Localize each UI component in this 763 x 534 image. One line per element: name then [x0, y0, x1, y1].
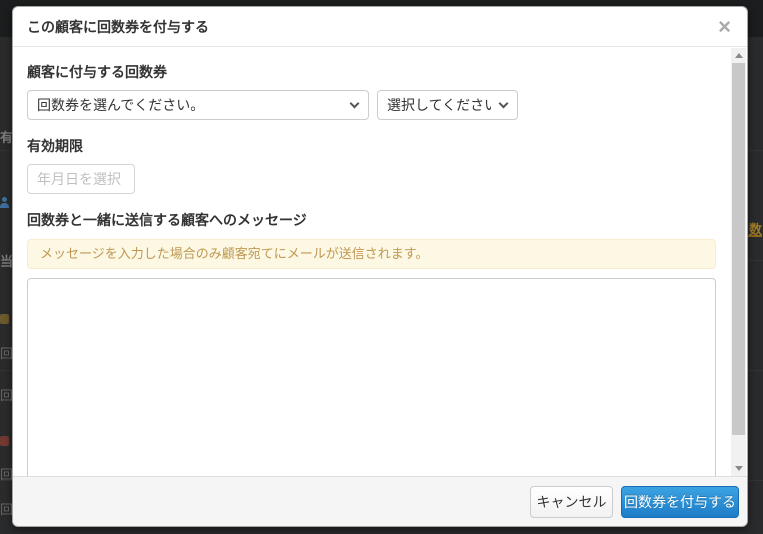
status-icon [0, 314, 9, 324]
scrollbar-thumb[interactable] [732, 63, 745, 435]
modal-header: この顧客に回数券を付与する × [13, 7, 747, 47]
message-textarea[interactable] [27, 278, 716, 476]
assign-ticket-modal: この顧客に回数券を付与する × 顧客に付与する回数券 回数券を選んでください。 … [12, 6, 748, 527]
email-warning-alert: メッセージを入力した場合のみ顧客宛てにメールが送信されます。 [27, 239, 716, 269]
assign-ticket-button[interactable]: 回数券を付与する [621, 485, 739, 518]
background-link-underline [748, 235, 762, 237]
cancel-button[interactable]: キャンセル [530, 485, 613, 518]
scrollbar-up-icon[interactable] [731, 48, 746, 63]
expiry-label: 有効期限 [27, 138, 83, 154]
count-select-wrap: 選択してください [377, 90, 518, 120]
person-icon [0, 197, 11, 208]
ticket-select-label: 顧客に付与する回数券 [27, 64, 167, 80]
modal-body: 顧客に付与する回数券 回数券を選んでください。 選択してください 有効期限 回数… [13, 48, 731, 476]
message-area-wrap [27, 278, 716, 476]
scrollbar-down-icon[interactable] [731, 461, 746, 476]
ticket-select[interactable]: 回数券を選んでください。 [27, 90, 369, 120]
message-label: 回数券と一緒に送信する顧客へのメッセージ [27, 212, 307, 228]
modal-scrollbar[interactable] [731, 48, 746, 476]
modal-title: この顧客に回数券を付与する [27, 18, 209, 35]
modal-footer: キャンセル 回数券を付与する [13, 476, 747, 526]
close-icon[interactable]: × [716, 15, 733, 38]
status-icon [0, 436, 9, 446]
count-select[interactable]: 選択してください [377, 90, 518, 120]
ticket-select-wrap: 回数券を選んでください。 [27, 90, 369, 120]
expiry-date-input[interactable] [27, 164, 135, 194]
